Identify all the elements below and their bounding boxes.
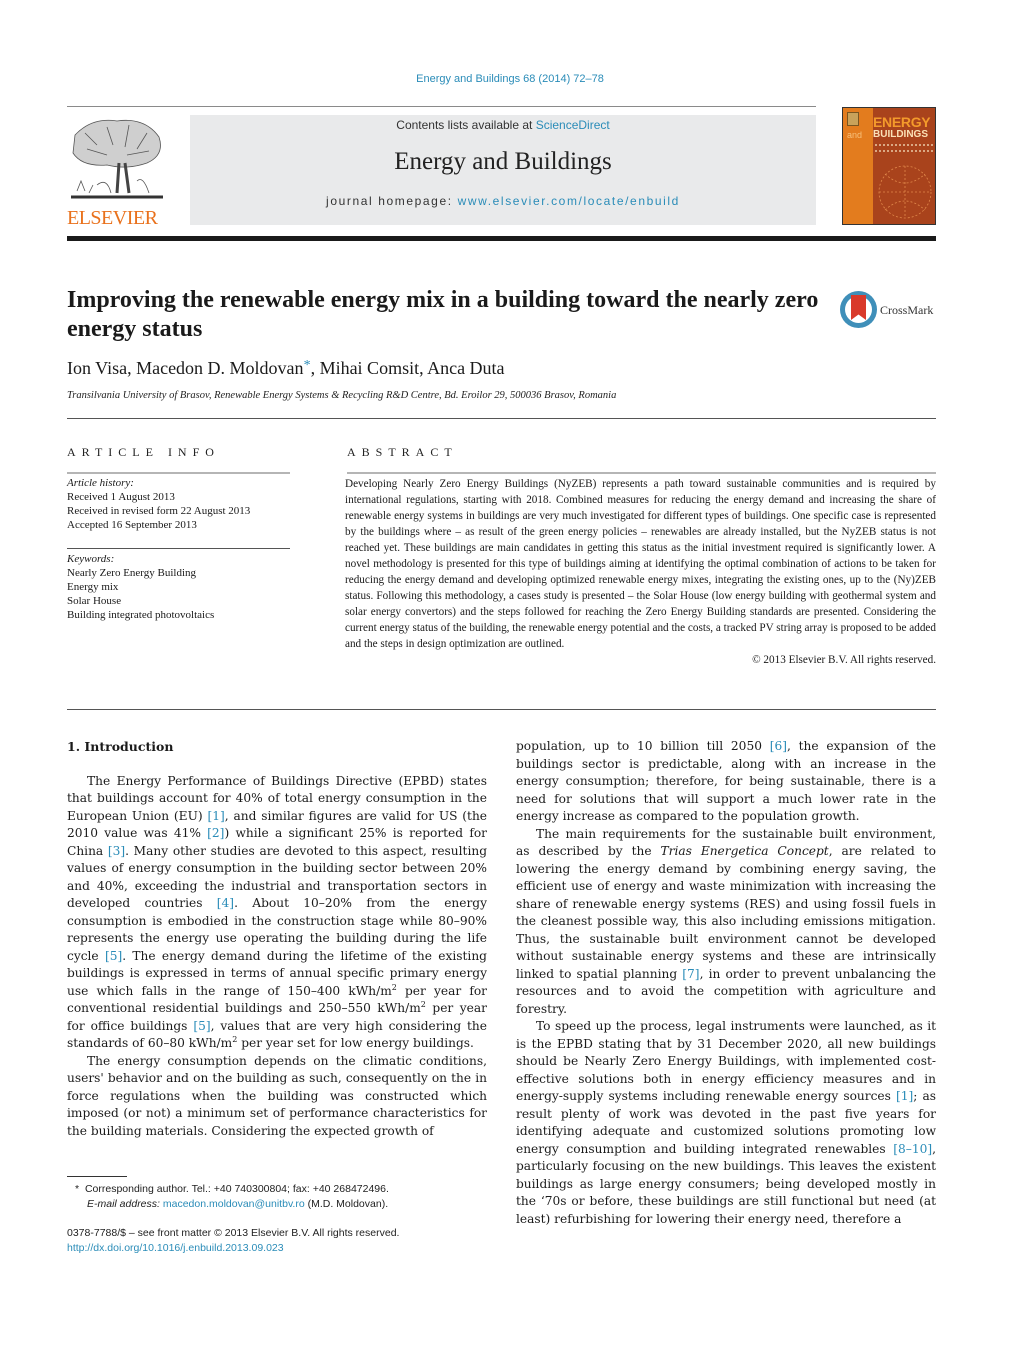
elsevier-wordmark: ELSEVIER <box>67 207 158 229</box>
contents-line: Contents lists available at ScienceDirec… <box>190 118 816 132</box>
corresponding-author-link[interactable]: * <box>304 358 311 373</box>
crossmark-button[interactable]: CrossMark <box>840 291 940 329</box>
issn-line: 0378-7788/$ – see front matter © 2013 El… <box>67 1227 400 1239</box>
history-label: Article history: <box>67 477 134 489</box>
article-title: Improving the renewable energy mix in a … <box>67 287 819 342</box>
article-info-heading: ARTICLE INFO <box>67 445 220 459</box>
abstract-body: Developing Nearly Zero Energy Buildings … <box>345 476 936 668</box>
section-heading: 1. Introduction <box>67 739 174 754</box>
cover-title-energy: ENERGY <box>873 114 931 130</box>
paragraph: population, up to 10 billion till 2050 [… <box>516 739 937 823</box>
journal-cover[interactable]: ENERGY and BUILDINGS <box>842 107 936 225</box>
paragraph: The main requirements for the sustainabl… <box>516 826 936 1016</box>
header-thick-rule <box>67 236 936 241</box>
body-column-left: 1. Introduction The Energy Performance o… <box>67 738 487 1140</box>
elsevier-logo[interactable]: ELSEVIER <box>67 115 167 229</box>
contents-prefix: Contents lists available at <box>396 118 536 132</box>
front-matter: 0378-7788/$ – see front matter © 2013 El… <box>67 1226 399 1256</box>
history-item: Received in revised form 22 August 2013 <box>67 505 251 517</box>
crossmark-icon <box>840 291 877 328</box>
cover-elsevier-icon <box>847 112 859 126</box>
sciencedirect-link[interactable]: ScienceDirect <box>536 118 610 132</box>
reference-link[interactable]: [5] <box>105 949 122 963</box>
keyword-item: Nearly Zero Energy Building <box>67 567 197 579</box>
footnote: * Corresponding author. Tel.: +40 740300… <box>75 1182 389 1212</box>
crossmark-label: CrossMark <box>880 303 934 317</box>
reference-link[interactable]: [6] <box>770 739 787 753</box>
doi-link[interactable]: http://dx.doi.org/10.1016/j.enbuild.2013… <box>67 1242 284 1254</box>
divider <box>67 709 936 710</box>
paragraph: The Energy Performance of Buildings Dire… <box>67 773 488 1051</box>
divider <box>67 418 936 419</box>
footnote-email: E-mail address: macedon.moldovan@unitbv.… <box>87 1198 389 1210</box>
abstract-copyright: © 2013 Elsevier B.V. All rights reserved… <box>752 654 936 666</box>
journal-citation[interactable]: Energy and Buildings 68 (2014) 72–78 <box>0 73 1020 85</box>
header-rule <box>67 106 816 107</box>
abstract-text: Developing Nearly Zero Energy Buildings … <box>345 478 936 650</box>
reference-link[interactable]: [1] <box>896 1089 913 1103</box>
reference-link[interactable]: [5] <box>193 1019 210 1033</box>
history-item: Received 1 August 2013 <box>67 491 175 503</box>
email-link[interactable]: macedon.moldovan@unitbv.ro <box>163 1198 305 1210</box>
homepage-line: journal homepage: www.elsevier.com/locat… <box>190 194 816 208</box>
divider <box>67 548 290 549</box>
reference-link[interactable]: [1] <box>207 809 224 823</box>
homepage-prefix: journal homepage: <box>326 194 458 208</box>
reference-link[interactable]: [7] <box>682 967 699 981</box>
footnote-rule <box>67 1176 127 1177</box>
cover-title-buildings: BUILDINGS <box>873 129 928 140</box>
elsevier-tree-icon <box>71 119 163 199</box>
keyword-item: Energy mix <box>67 581 119 593</box>
author-list: Ion Visa, Macedon D. Moldovan*, Mihai Co… <box>67 358 505 379</box>
body-column-right: population, up to 10 billion till 2050 [… <box>516 738 936 1228</box>
cover-subtitle <box>875 144 933 152</box>
footnote-corresponding: * Corresponding author. Tel.: +40 740300… <box>75 1183 389 1195</box>
reference-link[interactable]: [2] <box>207 826 224 840</box>
affiliation: Transilvania University of Brasov, Renew… <box>67 390 617 401</box>
article-history: Article history: Received 1 August 2013 … <box>67 476 250 532</box>
divider <box>347 472 936 474</box>
keywords-label: Keywords: <box>67 553 115 565</box>
reference-link[interactable]: [3] <box>108 844 125 858</box>
paragraph: The energy consumption depends on the cl… <box>67 1053 487 1138</box>
journal-banner: Contents lists available at ScienceDirec… <box>190 115 816 225</box>
authors-part1: Ion Visa, Macedon D. Moldovan <box>67 358 304 378</box>
paragraph: To speed up the process, legal instrumen… <box>516 1019 936 1226</box>
history-item: Accepted 16 September 2013 <box>67 519 197 531</box>
journal-name: Energy and Buildings <box>394 148 612 175</box>
cover-graphic-icon <box>878 165 932 219</box>
keyword-item: Building integrated photovoltaics <box>67 609 215 621</box>
reference-link[interactable]: [8–10] <box>893 1142 932 1156</box>
keyword-item: Solar House <box>67 595 122 607</box>
reference-link[interactable]: [4] <box>217 896 234 910</box>
keywords: Keywords: Nearly Zero Energy Building En… <box>67 552 214 622</box>
authors-part2: , Mihai Comsit, Anca Duta <box>310 358 505 378</box>
cover-title-and: and <box>847 130 863 140</box>
abstract-heading: ABSTRACT <box>347 445 458 459</box>
divider <box>67 472 290 474</box>
journal-homepage-link[interactable]: www.elsevier.com/locate/enbuild <box>458 194 680 208</box>
